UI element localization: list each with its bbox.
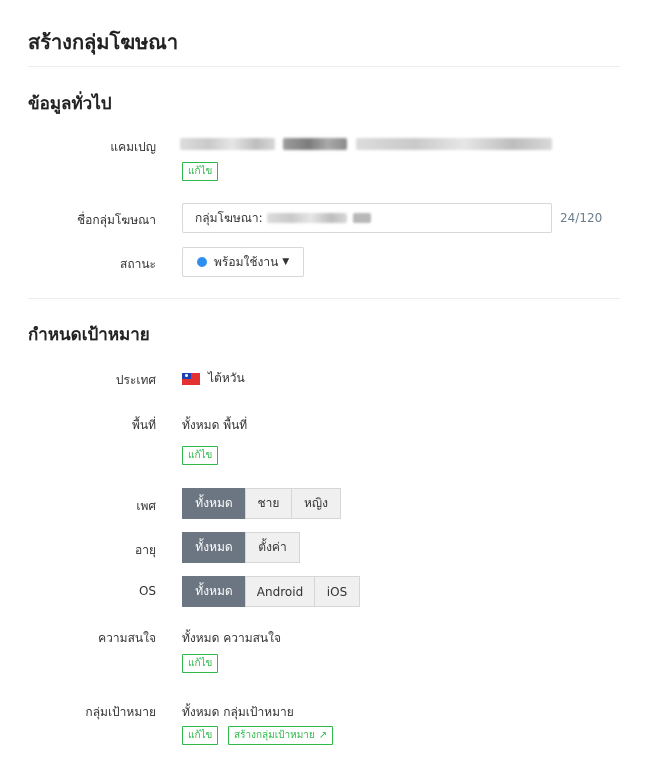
- page-title: สร้างกลุ่มโฆษณา: [28, 30, 179, 54]
- campaign-label: แคมเปญ: [110, 140, 156, 154]
- campaign-edit-button[interactable]: แก้ไข: [182, 162, 219, 181]
- gender-label: เพศ: [136, 499, 156, 513]
- create-audience-label: สร้างกลุ่มเป้าหมาย: [234, 730, 315, 741]
- age-option-custom[interactable]: ตั้งค่า: [245, 532, 300, 563]
- age-option-all[interactable]: ทั้งหมด: [182, 532, 246, 563]
- group-name-label: ชื่อกลุ่มโฆษณา: [76, 213, 156, 227]
- gender-segmented-control: ทั้งหมด ชาย หญิง: [182, 488, 341, 519]
- group-name-prefix: กลุ่มโฆษณา:: [195, 210, 263, 225]
- taiwan-flag-icon: [182, 372, 200, 385]
- gender-option-all[interactable]: ทั้งหมด: [182, 488, 246, 519]
- os-label: OS: [138, 584, 156, 598]
- section-title-targeting: กำหนดเป้าหมาย: [28, 325, 150, 345]
- audience-label: กลุ่มเป้าหมาย: [85, 705, 156, 719]
- os-option-android[interactable]: Android: [245, 576, 315, 607]
- divider: [28, 298, 620, 299]
- external-link-icon: ↗: [318, 730, 328, 741]
- group-name-input[interactable]: กลุ่มโฆษณา:: [182, 203, 552, 233]
- country-name: ไต้หวัน: [208, 371, 245, 385]
- age-label: อายุ: [135, 543, 156, 557]
- caret-down-icon: ▼: [282, 257, 290, 267]
- os-option-all[interactable]: ทั้งหมด: [182, 576, 246, 607]
- country-label: ประเทศ: [115, 373, 156, 387]
- create-audience-button[interactable]: สร้างกลุ่มเป้าหมาย ↗: [228, 726, 334, 745]
- area-value: ทั้งหมด พื้นที่: [182, 418, 248, 432]
- status-value: พร้อมใช้งาน: [214, 254, 279, 269]
- audience-value: ทั้งหมด กลุ่มเป้าหมาย: [182, 705, 294, 719]
- os-segmented-control: ทั้งหมด Android iOS: [182, 576, 360, 607]
- section-title-general: ข้อมูลทั่วไป: [28, 94, 112, 114]
- area-edit-button[interactable]: แก้ไข: [182, 446, 219, 465]
- gender-option-female[interactable]: หญิง: [291, 488, 341, 519]
- os-option-ios[interactable]: iOS: [314, 576, 360, 607]
- age-segmented-control: ทั้งหมด ตั้งค่า: [182, 532, 300, 563]
- interest-value: ทั้งหมด ความสนใจ: [182, 631, 282, 645]
- interest-edit-button[interactable]: แก้ไข: [182, 654, 219, 673]
- gender-option-male[interactable]: ชาย: [245, 488, 292, 519]
- group-name-redacted: [266, 213, 347, 223]
- create-ad-group-page: สร้างกลุ่มโฆษณา ข้อมูลทั่วไป แคมเปญ แก้ไ…: [0, 0, 652, 768]
- divider: [28, 66, 620, 67]
- character-counter: 24/120: [560, 211, 603, 225]
- area-label: พื้นที่: [131, 418, 156, 432]
- country-value: ไต้หวัน: [182, 369, 245, 388]
- status-dropdown[interactable]: พร้อมใช้งาน ▼: [182, 247, 304, 277]
- group-name-redacted-2: [352, 213, 371, 223]
- interest-label: ความสนใจ: [98, 631, 156, 645]
- audience-edit-button[interactable]: แก้ไข: [182, 726, 219, 745]
- status-label: สถานะ: [120, 257, 156, 271]
- status-dot-icon: [197, 257, 207, 267]
